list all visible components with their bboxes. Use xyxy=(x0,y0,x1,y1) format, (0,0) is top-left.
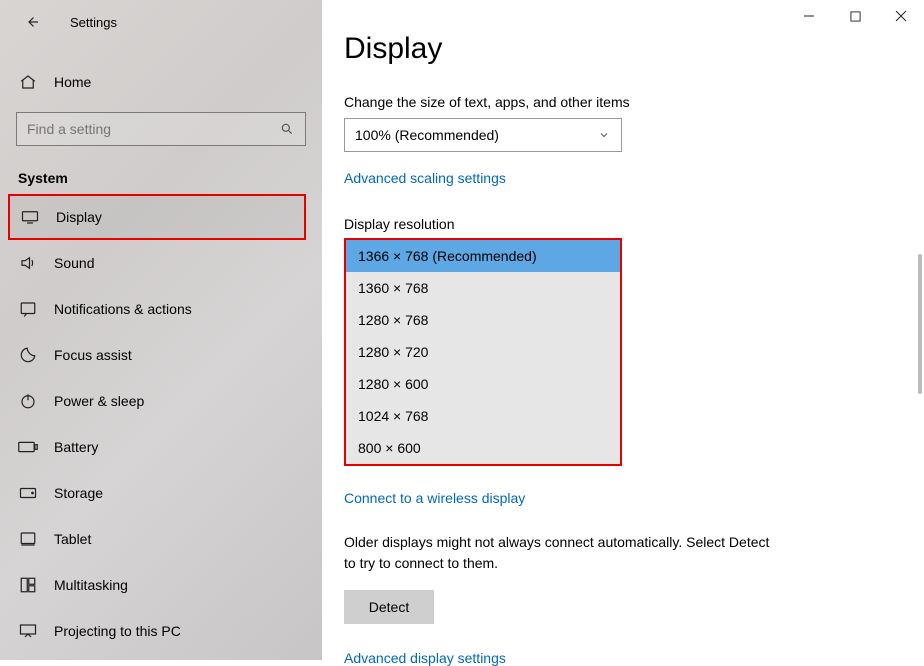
sidebar-item-label: Storage xyxy=(54,485,103,501)
multitasking-icon xyxy=(18,575,38,595)
wireless-display-link[interactable]: Connect to a wireless display xyxy=(344,490,882,506)
home-label: Home xyxy=(54,74,91,90)
search-icon xyxy=(279,121,295,137)
close-button[interactable] xyxy=(878,0,924,32)
sidebar-item-battery[interactable]: Battery xyxy=(0,424,322,470)
search-wrap xyxy=(16,112,306,146)
maximize-button[interactable] xyxy=(832,0,878,32)
sidebar-item-display[interactable]: Display xyxy=(8,194,306,240)
battery-icon xyxy=(18,437,38,457)
scrollbar-thumb[interactable] xyxy=(918,254,922,394)
minimize-button[interactable] xyxy=(786,0,832,32)
advanced-display-link[interactable]: Advanced display settings xyxy=(344,650,882,666)
sidebar-item-notifications[interactable]: Notifications & actions xyxy=(0,286,322,332)
tablet-icon xyxy=(18,529,38,549)
older-displays-note: Older displays might not always connect … xyxy=(344,532,784,574)
content-area: Display Change the size of text, apps, a… xyxy=(322,0,882,666)
scale-value: 100% (Recommended) xyxy=(355,127,499,143)
sidebar-item-sound[interactable]: Sound xyxy=(0,240,322,286)
sidebar-item-storage[interactable]: Storage xyxy=(0,470,322,516)
window-controls xyxy=(786,0,924,32)
sidebar-item-focus-assist[interactable]: Focus assist xyxy=(0,332,322,378)
sidebar-header: Settings xyxy=(0,0,322,44)
scale-dropdown[interactable]: 100% (Recommended) xyxy=(344,118,622,152)
focus-assist-icon xyxy=(18,345,38,365)
storage-icon xyxy=(18,483,38,503)
back-arrow-icon xyxy=(23,13,41,31)
maximize-icon xyxy=(850,11,861,22)
sidebar-item-label: Notifications & actions xyxy=(54,301,192,317)
sidebar-item-projecting[interactable]: Projecting to this PC xyxy=(0,608,322,654)
resolution-dropdown-open[interactable]: 1366 × 768 (Recommended) 1360 × 768 1280… xyxy=(344,238,622,466)
resolution-option[interactable]: 1024 × 768 xyxy=(346,400,620,432)
resolution-option[interactable]: 800 × 600 xyxy=(346,432,620,464)
detect-button[interactable]: Detect xyxy=(344,590,434,624)
projecting-icon xyxy=(18,621,38,641)
sidebar: Settings Home System Display Sound xyxy=(0,0,322,660)
advanced-scaling-link[interactable]: Advanced scaling settings xyxy=(344,170,882,186)
search-input[interactable] xyxy=(27,121,279,137)
resolution-option[interactable]: 1280 × 600 xyxy=(346,368,620,400)
sound-icon xyxy=(18,253,38,273)
sidebar-item-label: Battery xyxy=(54,439,98,455)
back-button[interactable] xyxy=(18,8,46,36)
resolution-option[interactable]: 1280 × 720 xyxy=(346,336,620,368)
sidebar-item-label: Projecting to this PC xyxy=(54,623,181,639)
home-icon xyxy=(18,73,38,91)
chevron-down-icon xyxy=(597,128,611,142)
close-icon xyxy=(895,10,907,22)
sidebar-item-multitasking[interactable]: Multitasking xyxy=(0,562,322,608)
sidebar-item-home[interactable]: Home xyxy=(0,62,322,102)
minimize-icon xyxy=(803,10,815,22)
sidebar-nav-list: Display Sound Notifications & actions Fo… xyxy=(0,194,322,654)
resolution-label: Display resolution xyxy=(344,216,882,232)
scale-label: Change the size of text, apps, and other… xyxy=(344,94,882,110)
notifications-icon xyxy=(18,299,38,319)
page-title: Display xyxy=(344,32,882,66)
sidebar-item-label: Sound xyxy=(54,255,94,271)
app-title: Settings xyxy=(70,15,117,30)
sidebar-item-label: Focus assist xyxy=(54,347,132,363)
resolution-option[interactable]: 1280 × 768 xyxy=(346,304,620,336)
resolution-option[interactable]: 1360 × 768 xyxy=(346,272,620,304)
sidebar-item-tablet[interactable]: Tablet xyxy=(0,516,322,562)
search-box[interactable] xyxy=(16,112,306,146)
sidebar-item-power-sleep[interactable]: Power & sleep xyxy=(0,378,322,424)
sidebar-item-label: Display xyxy=(56,209,102,225)
sidebar-item-label: Power & sleep xyxy=(54,393,144,409)
display-icon xyxy=(20,207,40,227)
resolution-option[interactable]: 1366 × 768 (Recommended) xyxy=(346,240,620,272)
sidebar-group-label: System xyxy=(18,170,322,186)
sidebar-item-label: Tablet xyxy=(54,531,91,547)
power-icon xyxy=(18,391,38,411)
main-panel: Display Change the size of text, apps, a… xyxy=(322,0,924,660)
sidebar-item-label: Multitasking xyxy=(54,577,128,593)
